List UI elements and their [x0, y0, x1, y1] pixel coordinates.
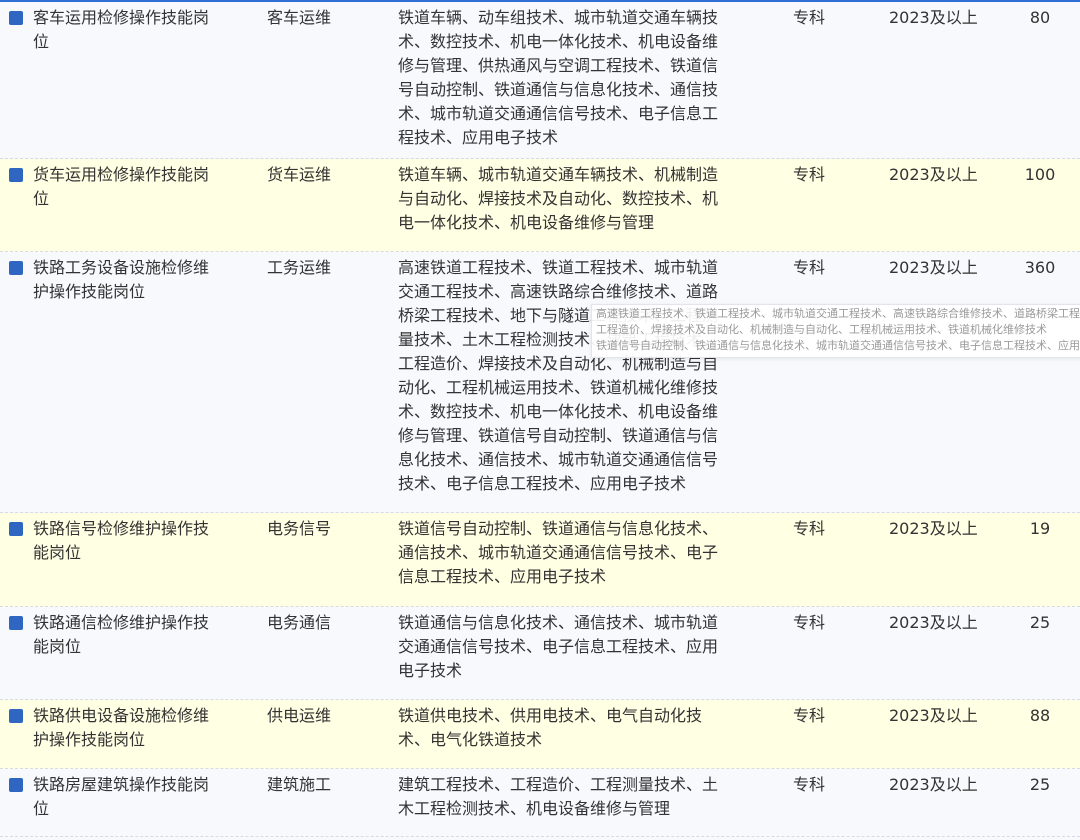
table-row: 铁路供电设备设施检修维护操作技能岗位 供电运维 铁道供电技术、供用电技术、电气自…: [0, 700, 1080, 769]
square-bullet-icon: [9, 11, 23, 25]
hiring-count: 19: [1029, 519, 1051, 538]
major-category: 客车运维: [267, 8, 332, 27]
graduation-year: 2023及以上: [889, 613, 978, 632]
education-level: 专科: [793, 519, 826, 538]
position-name: 铁路供电设备设施检修维护操作技能岗位: [33, 706, 210, 749]
graduation-year: 2023及以上: [889, 706, 978, 725]
graduation-year: 2023及以上: [889, 165, 978, 184]
position-name: 铁路房屋建筑操作技能岗位: [33, 775, 210, 818]
major-category: 电务信号: [267, 519, 332, 538]
major-category: 电务通信: [267, 613, 332, 632]
square-bullet-icon: [9, 168, 23, 182]
table-row: 货车运用检修操作技能岗位 货车运维 铁道车辆、城市轨道交通车辆技术、机械制造与自…: [0, 159, 1080, 252]
table-row: 铁路工务设备设施检修维护操作技能岗位 工务运维 高速铁道工程技术、铁道工程技术、…: [0, 252, 1080, 513]
specialty-list: 建筑工程技术、工程造价、工程测量技术、土木工程检测技术、机电设备维修与管理: [398, 775, 719, 818]
table-row: 客车运用检修操作技能岗位 客车运维 铁道车辆、动车组技术、城市轨道交通车辆技术、…: [0, 2, 1080, 159]
square-bullet-icon: [9, 709, 23, 723]
specialty-list: 铁道车辆、动车组技术、城市轨道交通车辆技术、数控技术、机电一体化技术、机电设备维…: [398, 8, 719, 147]
major-category: 货车运维: [267, 165, 332, 184]
hiring-count: 25: [1029, 775, 1051, 794]
square-bullet-icon: [9, 522, 23, 536]
specialty-tooltip: 高速铁道工程技术、铁道工程技术、城市轨道交通工程技术、高速铁路综合维修技术、道路…: [591, 304, 1080, 358]
specialty-list: 高速铁道工程技术、铁道工程技术、城市轨道交通工程技术、高速铁路综合维修技术、道路…: [398, 258, 719, 493]
position-name: 铁路信号检修维护操作技能岗位: [33, 519, 210, 562]
tooltip-line: 高速铁道工程技术、铁道工程技术、城市轨道交通工程技术、高速铁路综合维修技术、道路…: [596, 307, 1080, 320]
specialty-list: 铁道信号自动控制、铁道通信与信息化技术、通信技术、城市轨道交通通信信号技术、电子…: [398, 519, 719, 586]
major-category: 工务运维: [267, 258, 332, 277]
hiring-count: 80: [1029, 8, 1051, 27]
position-name: 铁路通信检修维护操作技能岗位: [33, 613, 210, 656]
square-bullet-icon: [9, 616, 23, 630]
education-level: 专科: [793, 165, 826, 184]
table-row: 铁路房屋建筑操作技能岗位 建筑施工 建筑工程技术、工程造价、工程测量技术、土木工…: [0, 769, 1080, 837]
graduation-year: 2023及以上: [889, 258, 978, 277]
graduation-year: 2023及以上: [889, 8, 978, 27]
position-name: 铁路工务设备设施检修维护操作技能岗位: [33, 258, 210, 301]
position-name: 客车运用检修操作技能岗位: [33, 8, 210, 51]
table-row: 铁路信号检修维护操作技能岗位 电务信号 铁道信号自动控制、铁道通信与信息化技术、…: [0, 513, 1080, 607]
position-name: 货车运用检修操作技能岗位: [33, 165, 210, 208]
square-bullet-icon: [9, 261, 23, 275]
education-level: 专科: [793, 8, 826, 27]
specialty-list: 铁道通信与信息化技术、通信技术、城市轨道交通通信信号技术、电子信息工程技术、应用…: [398, 613, 719, 680]
tooltip-line: 铁道信号自动控制、铁道通信与信息化技术、城市轨道交通通信信号技术、电子信息工程技…: [596, 339, 1080, 352]
specialty-list: 铁道供电技术、供用电技术、电气自动化技术、电气化铁道技术: [398, 706, 703, 749]
graduation-year: 2023及以上: [889, 519, 978, 538]
education-level: 专科: [793, 775, 826, 794]
hiring-count: 25: [1029, 613, 1051, 632]
education-level: 专科: [793, 706, 826, 725]
hiring-count: 88: [1029, 706, 1051, 725]
major-category: 供电运维: [267, 706, 332, 725]
job-table: 客车运用检修操作技能岗位 客车运维 铁道车辆、动车组技术、城市轨道交通车辆技术、…: [0, 2, 1080, 837]
square-bullet-icon: [9, 778, 23, 792]
graduation-year: 2023及以上: [889, 775, 978, 794]
specialty-list: 铁道车辆、城市轨道交通车辆技术、机械制造与自动化、焊接技术及自动化、数控技术、机…: [398, 165, 719, 232]
hiring-count: 360: [1024, 258, 1056, 277]
education-level: 专科: [793, 258, 826, 277]
major-category: 建筑施工: [267, 775, 332, 794]
table-row: 铁路通信检修维护操作技能岗位 电务通信 铁道通信与信息化技术、通信技术、城市轨道…: [0, 607, 1080, 700]
tooltip-line: 工程造价、焊接技术及自动化、机械制造与自动化、工程机械运用技术、铁道机械化维修技…: [596, 323, 1047, 336]
education-level: 专科: [793, 613, 826, 632]
hiring-count: 100: [1024, 165, 1056, 184]
